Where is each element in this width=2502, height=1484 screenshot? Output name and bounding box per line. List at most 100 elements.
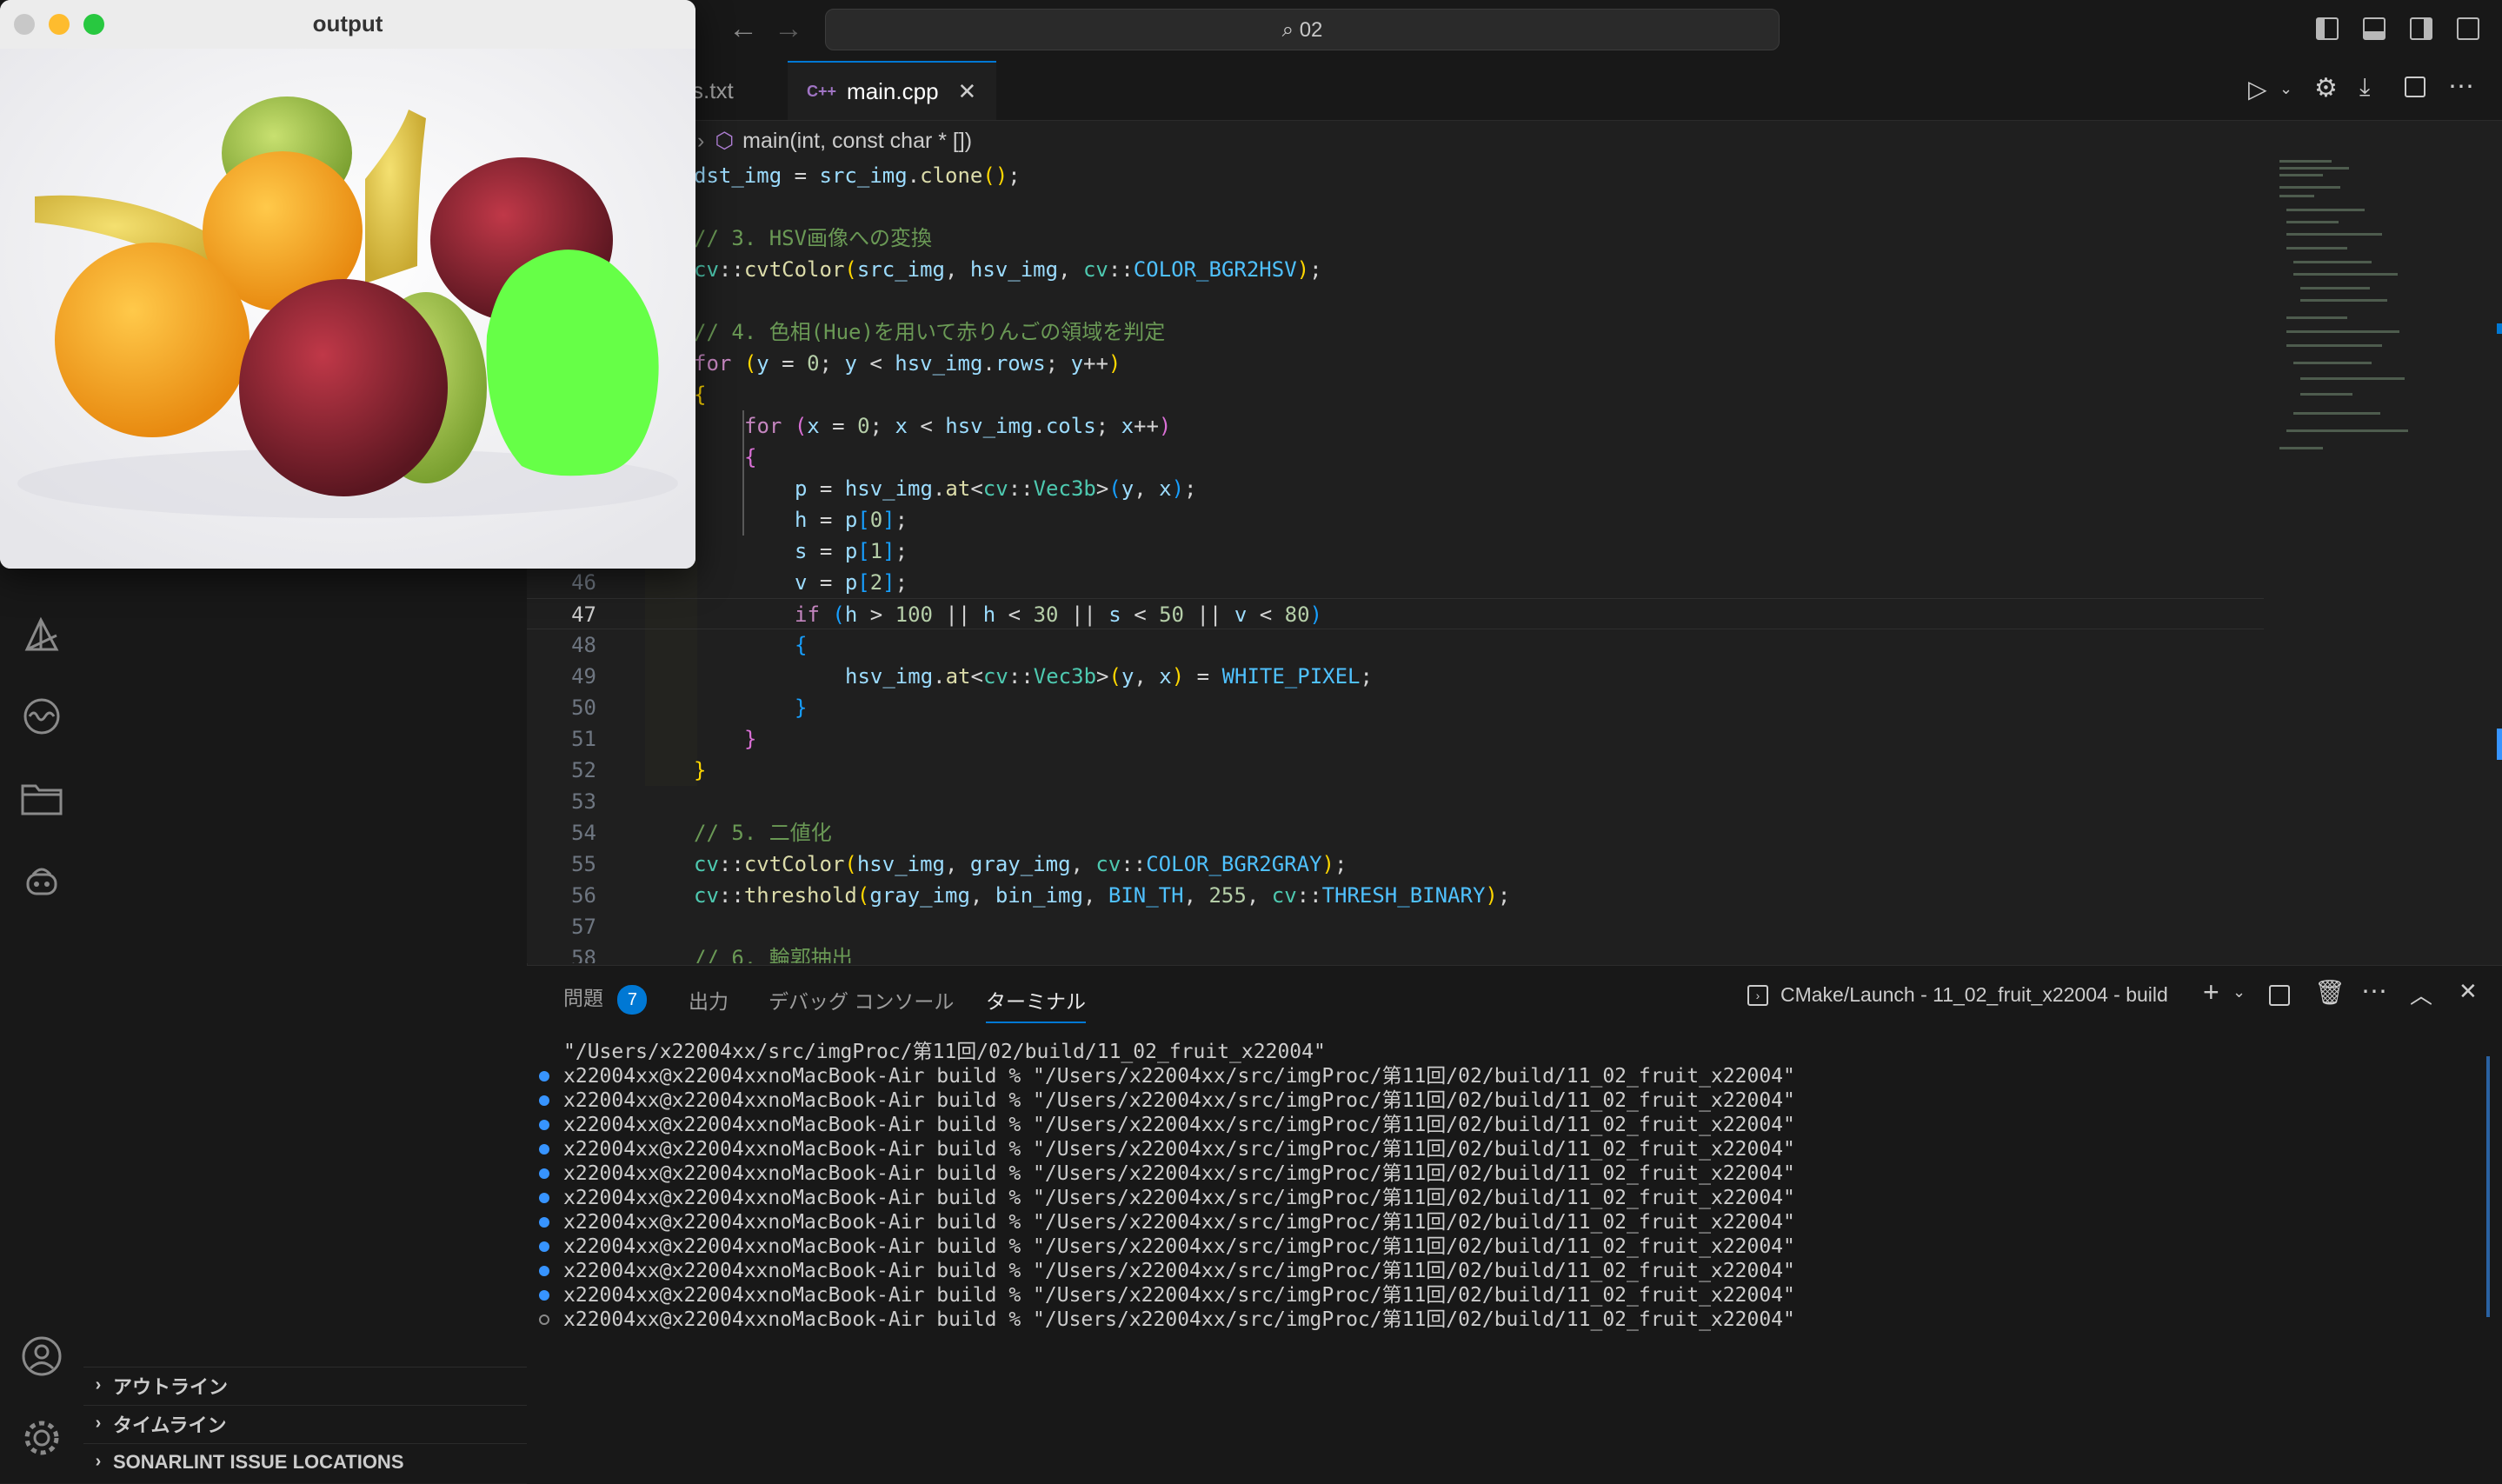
code-line: // 4. 色相(Hue)を用いて赤りんごの領域を判定 — [694, 320, 1166, 344]
sidebar-section-timeline[interactable]: › タイムライン — [83, 1405, 527, 1441]
code-editor[interactable]: dst_img = src_img.clone(); // 3. HSV画像への… — [527, 160, 2266, 963]
maximize-panel-icon[interactable]: ︿ — [2410, 978, 2432, 1010]
cpp-file-icon: C++ — [807, 82, 837, 100]
method-symbol-icon: ⬡ — [715, 129, 735, 153]
breadcrumb-symbol[interactable]: main(int, const char * []) — [742, 129, 972, 154]
tab-label: 問題 — [563, 987, 603, 1009]
terminal-scrollbar[interactable] — [2486, 1056, 2490, 1317]
code-line: h = p[0]; — [795, 508, 908, 532]
command-status-dot[interactable] — [539, 1120, 549, 1130]
folder-icon[interactable] — [16, 772, 68, 824]
code-line: p = hsv_img.at<cv::Vec3b>(y, x); — [795, 476, 1197, 501]
tab-debug-console[interactable]: デバッグ コンソール — [769, 985, 954, 1015]
download-icon[interactable]: ⤓ — [2359, 73, 2370, 102]
toggle-secondary-sidebar-icon[interactable] — [2410, 17, 2432, 40]
command-status-dot[interactable] — [539, 1071, 549, 1081]
tab-output[interactable]: 出力 — [689, 985, 729, 1015]
red-apple-front — [239, 279, 448, 496]
minimap[interactable] — [2269, 160, 2469, 490]
more-actions-icon[interactable]: ⋯ — [2361, 976, 2387, 1007]
sidebar-section-sonarlint[interactable]: › SONARLINT ISSUE LOCATIONS — [83, 1443, 527, 1480]
split-terminal-icon[interactable] — [2269, 985, 2290, 1006]
toggle-panel-icon[interactable] — [2363, 17, 2386, 40]
tab-label: デバッグ コンソール — [769, 990, 955, 1013]
tab-label: main.cpp — [847, 77, 939, 104]
code-line: // 3. HSV画像への変換 — [694, 226, 933, 250]
sidebar-section-outline[interactable]: › アウトライン — [83, 1367, 527, 1403]
search-text: 02 — [1299, 18, 1323, 42]
command-status-dot[interactable] — [539, 1290, 549, 1301]
line-number: 51 — [571, 727, 596, 751]
line-number: 52 — [571, 758, 596, 782]
cmake-icon[interactable] — [16, 609, 68, 661]
tab-problems[interactable]: 問題 7 — [563, 982, 648, 1015]
code-line: 46 v = p[2]; — [527, 567, 2266, 598]
back-arrow-icon[interactable]: ← — [729, 12, 758, 46]
command-status-dot[interactable] — [539, 1266, 549, 1276]
output-window[interactable]: output — [0, 0, 695, 569]
code-line: 57 — [527, 911, 2266, 942]
tab-label: 出力 — [689, 990, 729, 1013]
new-terminal-icon[interactable]: + — [2203, 976, 2219, 1008]
code-line: 52} — [527, 755, 2266, 786]
tab-main-cpp[interactable]: C++ main.cpp ✕ — [788, 61, 996, 120]
account-icon[interactable] — [16, 1330, 68, 1382]
command-status-dot[interactable] — [539, 1241, 549, 1252]
tab-terminal[interactable]: ターミナル — [986, 985, 1086, 1023]
tab-s-txt[interactable]: s.txt — [692, 61, 734, 120]
customize-layout-icon[interactable] — [2457, 17, 2479, 40]
terminal-icon: › — [1747, 984, 1768, 1006]
run-icon[interactable]: ▷ — [2248, 75, 2267, 103]
command-status-dot[interactable] — [539, 1314, 549, 1325]
command-status-dot[interactable] — [539, 1217, 549, 1228]
code-line: 54// 5. 二値化 — [527, 817, 2266, 848]
gear-icon[interactable]: ⚙ — [2314, 73, 2338, 103]
more-actions-icon[interactable]: ⋯ — [2448, 71, 2474, 102]
line-number: 58 — [571, 946, 596, 963]
tab-label: ターミナル — [986, 990, 1086, 1013]
code-line: 58// 6. 輪郭抽出 — [527, 942, 2266, 963]
code-line: for (y = 0; y < hsv_img.rows; y++) — [694, 351, 1121, 376]
line-number: 46 — [571, 570, 596, 595]
settings-gear-icon[interactable] — [16, 1412, 68, 1464]
output-window-titlebar[interactable]: output — [0, 0, 695, 50]
chevron-right-icon: › — [95, 1452, 102, 1471]
editor-scrollbar[interactable] — [2488, 160, 2502, 963]
command-status-dot[interactable] — [539, 1168, 549, 1179]
code-line-current: 47 if (h > 100 || h < 30 || s < 50 || v <… — [527, 598, 2264, 629]
copilot-icon[interactable] — [16, 855, 68, 908]
tab-label: s.txt — [692, 77, 734, 103]
chevron-down-icon[interactable]: ⌄ — [2233, 983, 2246, 1002]
command-status-dot[interactable] — [539, 1144, 549, 1155]
waveform-icon[interactable] — [16, 690, 68, 742]
code-line: 51} — [527, 723, 2266, 755]
line-number: 55 — [571, 852, 596, 876]
code-line: 56 cv::threshold(gray_img, bin_img, BIN_T… — [527, 880, 2266, 911]
line-number: 50 — [571, 695, 596, 720]
chevron-down-icon[interactable]: ⌄ — [2279, 80, 2292, 98]
close-tab-icon[interactable]: ✕ — [958, 78, 977, 105]
command-center-search[interactable]: ⌕ 02 — [825, 9, 1780, 50]
split-editor-icon[interactable] — [2405, 77, 2425, 97]
code-line: s = p[1]; — [795, 539, 908, 563]
line-number: 48 — [571, 633, 596, 657]
trash-icon[interactable]: 🗑 — [2314, 978, 2346, 1007]
terminal-selector[interactable]: › CMake/Launch - 11_02_fruit_x22004 - bu… — [1747, 983, 2168, 1007]
line-number: 49 — [571, 664, 596, 689]
toggle-primary-sidebar-icon[interactable] — [2316, 17, 2339, 40]
code-line: 49 hsv_img.at<cv::Vec3b>(y, x) = WHITE_PI… — [527, 661, 2266, 692]
command-status-dot[interactable] — [539, 1193, 549, 1203]
editor-tab-bar: s.txt C++ main.cpp ✕ ▷ ⌄ ⚙ ⤓ ⋯ — [527, 61, 2502, 121]
line-number: 56 — [571, 883, 596, 908]
code-line: dst_img = src_img.clone(); — [694, 163, 1021, 188]
chevron-right-icon: › — [95, 1375, 102, 1394]
command-status-dot[interactable] — [539, 1095, 549, 1106]
code-line: { — [694, 383, 707, 407]
code-line: 50} — [527, 692, 2266, 723]
line-number: 53 — [571, 789, 596, 814]
problems-count-badge: 7 — [617, 985, 648, 1015]
sidebar-section-label: タイムライン — [113, 1414, 227, 1436]
code-line: 55 cv::cvtColor(hsv_img, gray_img, cv::CO… — [527, 848, 2266, 880]
forward-arrow-icon[interactable]: → — [774, 12, 803, 46]
close-panel-icon[interactable]: ✕ — [2459, 978, 2478, 1005]
